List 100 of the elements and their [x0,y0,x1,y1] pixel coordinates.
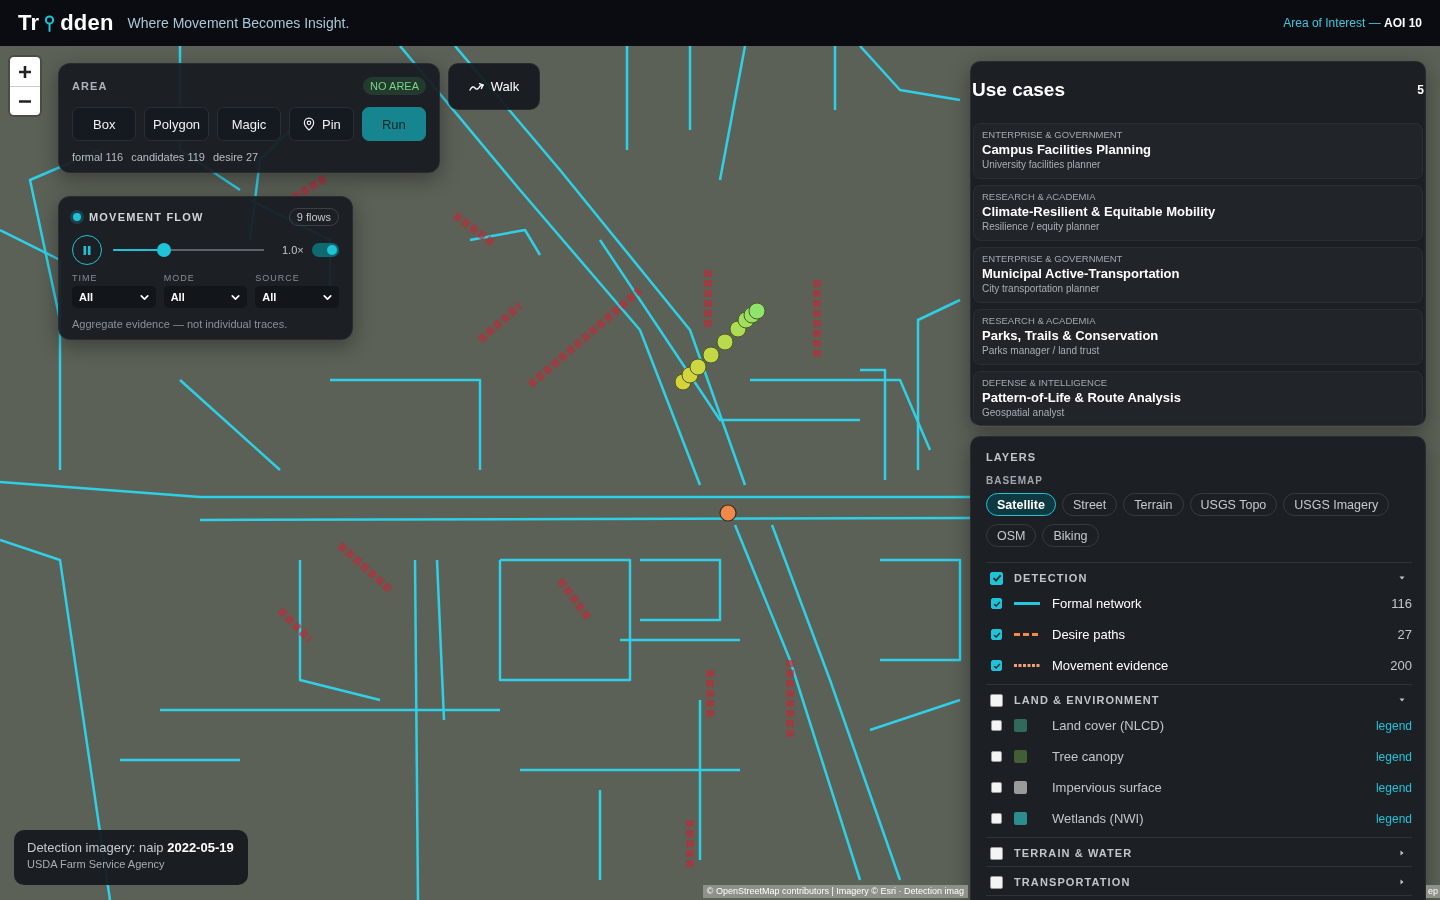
layer-checkbox[interactable] [991,720,1002,731]
use-case-title: Municipal Active-Transportation [982,265,1180,282]
filter-select[interactable]: All [72,286,156,308]
desire-path [337,542,393,593]
use-case-category: DEFENSE & INTELLIGENCE [982,377,1108,389]
caret-icon[interactable] [1399,850,1405,856]
caret-icon[interactable] [1399,575,1405,581]
use-case-title: Parks, Trails & Conservation [982,327,1159,344]
layer-checkbox[interactable] [991,629,1002,640]
use-case-title: Climate-Resilient & Equitable Mobility [982,203,1216,220]
use-case-title: Pattern-of-Life & Route Analysis [982,389,1181,406]
caret-icon[interactable] [1399,697,1405,703]
speed-label: 1.0× [282,244,304,256]
flow-point [748,302,766,320]
layer-label: Wetlands (NWI) [1052,811,1144,826]
walk-button[interactable]: Walk [448,63,540,110]
panel-label: MOVEMENT FLOW [89,211,204,223]
tool-button[interactable]: Polygon [144,107,209,141]
use-case-card[interactable]: RESEARCH & ACADEMIA Parks, Trails & Conservation Parks manager / land trust [973,309,1423,365]
panel-label: AREA [72,80,108,92]
layer-label: Movement evidence [1052,658,1169,673]
pin-logo-icon [44,14,56,32]
legend-link[interactable]: legend [1375,811,1412,826]
toggle-switch[interactable] [312,243,339,257]
slider-thumb[interactable] [156,243,171,257]
tool-button[interactable]: Box [72,107,137,141]
layer-label: Formal network [1052,596,1142,611]
basemap-chip[interactable]: Satellite [986,493,1056,516]
group-label: TERRAIN & WATER [1014,847,1133,859]
layer-checkbox[interactable] [991,660,1002,671]
use-case-role: University facilities planner [982,158,1101,171]
panel-title: Use cases [972,78,1065,102]
logo-text: dden [60,10,114,36]
area-of-interest-label: Area of Interest — AOI 10 [1283,16,1422,30]
group-checkbox[interactable] [990,875,1003,889]
desire-path [704,270,712,330]
use-case-card[interactable]: RESEARCH & ACADEMIA Climate-Resilient & Equitable Mobility Resilience / equity planner [973,185,1423,241]
pin-icon [302,117,316,131]
tool-button[interactable]: Pin [289,107,354,141]
zoom-in-button[interactable] [10,57,40,86]
group-checkbox[interactable] [990,846,1003,860]
caret-icon[interactable] [1399,879,1405,885]
layer-checkbox[interactable] [991,751,1002,762]
desire-path [706,670,714,720]
use-case-card[interactable]: ENTERPRISE & GOVERNMENT Campus Facilities Planning University facilities planner [973,123,1423,179]
group-checkbox[interactable] [990,571,1003,585]
layer-count: 27 [1397,627,1412,642]
use-case-count: 5 [1417,82,1424,99]
desire-path [452,211,498,249]
filter-label: MODE [163,273,196,283]
use-case-title: Campus Facilities Planning [982,141,1152,158]
status-dot-icon [73,213,81,221]
layer-label: Desire paths [1052,627,1125,642]
group-label: TRANSPORTATION [1014,876,1131,888]
plus-icon [19,65,31,78]
legend-link[interactable]: legend [1375,718,1412,733]
layer-label: Impervious surface [1052,780,1162,795]
group-checkbox[interactable] [990,693,1003,707]
route-arrow-icon [468,81,484,92]
layer-count: 116 [1391,596,1412,611]
zoom-out-button[interactable] [10,86,40,115]
run-button[interactable]: Run [361,107,427,141]
flow-point [702,346,720,364]
tool-button[interactable]: Magic [216,107,282,141]
stat-text: formal 116 [72,151,124,163]
flow-point [716,333,734,351]
use-case-category: RESEARCH & ACADEMIA [982,315,1096,327]
use-case-role: City transportation planner [982,282,1100,295]
filter-label: TIME [72,273,99,283]
use-case-category: ENTERPRISE & GOVERNMENT [982,253,1123,265]
section-label: BASEMAP [986,474,1044,488]
use-case-role: Parks manager / land trust [982,344,1100,357]
desire-path [277,607,313,643]
logo-text: Tr [18,10,40,36]
legend-link[interactable]: legend [1375,749,1412,764]
desire-path [686,820,694,870]
legend-link[interactable]: legend [1375,780,1412,795]
group-label: LAND & ENVIRONMENT [1014,694,1160,706]
layer-count: 200 [1390,658,1412,673]
use-case-card[interactable]: ENTERPRISE & GOVERNMENT Municipal Active-Transportation City transportation planner [973,247,1423,303]
map-attribution: ep [1426,885,1440,898]
tagline: Where Movement Becomes Insight. [127,15,350,31]
use-case-role: Resilience / equity planner [982,220,1100,233]
layer-label: Tree canopy [1052,749,1124,764]
layer-checkbox[interactable] [991,782,1002,793]
minus-icon [19,99,31,103]
filter-select[interactable]: All [255,286,339,308]
use-case-card[interactable]: DEFENSE & INTELLIGENCE Pattern-of-Life & Route Analysis Geospatial analyst [973,371,1423,427]
panel-label: LAYERS [986,450,1038,464]
use-case-role: Geospatial analyst [982,406,1065,419]
location-marker [719,504,737,522]
imagery-source-text: USDA Farm Service Agency [27,858,166,870]
stat-text: candidates 119 [131,151,205,163]
use-case-category: RESEARCH & ACADEMIA [982,191,1096,203]
layer-checkbox[interactable] [991,813,1002,824]
map-attribution: © OpenStreetMap contributors | Imagery © Esri · Detection imag [702,885,968,898]
note-text: Aggregate evidence — not individual traces. [72,318,289,330]
desire-path [477,302,523,343]
filter-select[interactable]: All [163,286,248,308]
layer-checkbox[interactable] [991,598,1002,609]
